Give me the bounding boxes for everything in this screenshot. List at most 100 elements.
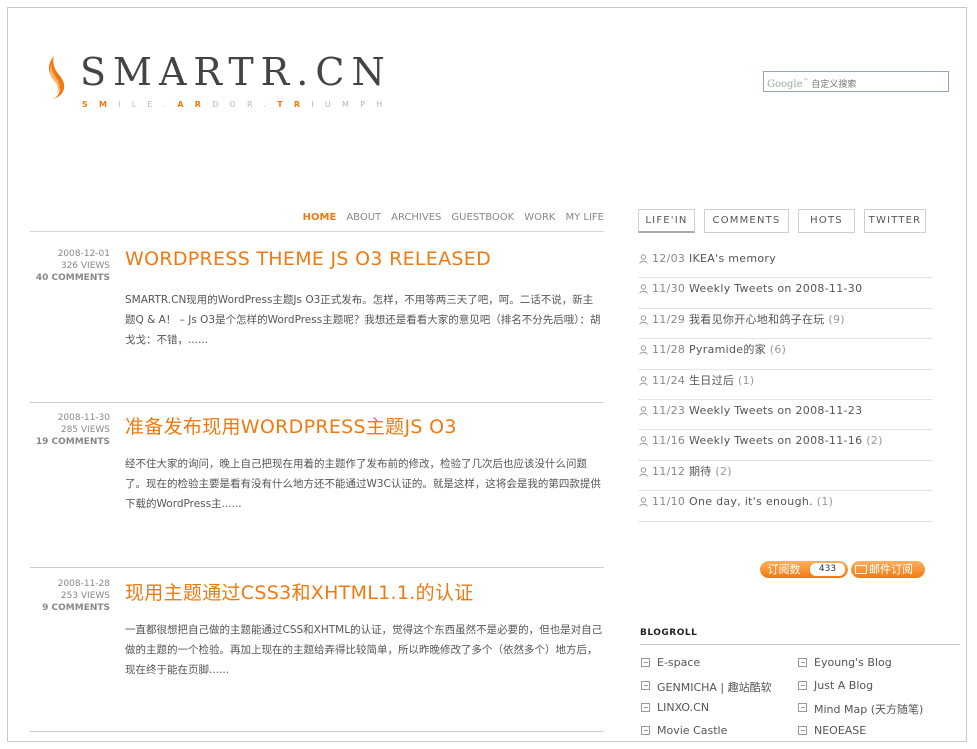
tab-comments[interactable]: COMMENTS — [704, 209, 789, 233]
recent-post-item[interactable]: 11/10 One day, it's enough. (1) — [638, 492, 933, 522]
post-title[interactable]: 准备发布现用WORDPRESS主题JS O3 — [125, 412, 457, 439]
recent-post-item[interactable]: 11/30 Weekly Tweets on 2008-11-30 — [638, 279, 933, 309]
post-item: 2008-12-01 326 VIEWS 40 COMMENTS WORDPRESS … — [30, 248, 604, 403]
user-icon — [639, 284, 648, 295]
logo-tagline: SMILE.ARDOR.TRIUMPH — [82, 100, 393, 109]
user-icon — [639, 497, 648, 507]
post-meta: 2008-11-28 253 VIEWS 9 COMMENTS — [30, 578, 110, 614]
blogroll-link-label: Just A Blog — [814, 678, 874, 692]
blogroll-link[interactable]: NEOEASE — [798, 724, 866, 737]
recent-post-title: Weekly Tweets on 2008-11-23 — [689, 403, 863, 417]
recent-post-date: 11/29 — [652, 312, 686, 326]
subscriber-count-badge[interactable]: 订阅数 433 — [760, 561, 848, 578]
blogroll-link[interactable]: E-space — [641, 656, 700, 669]
tagline-letter: . — [163, 100, 178, 109]
recent-post-title: 我看见你开心地和鸽子在玩 — [689, 312, 825, 326]
recent-post-item[interactable]: 11/24 生日过后 (1) — [638, 371, 933, 400]
post-title[interactable]: 现用主题通过CSS3和XHTML1.1.的认证 — [125, 578, 474, 605]
post-views: 326 VIEWS — [60, 261, 110, 271]
nav-item-work[interactable]: WORK — [524, 212, 555, 223]
recent-post-comment-count: (6) — [769, 343, 787, 357]
subscriber-count-label: 订阅数 — [767, 563, 801, 576]
blogroll-link-label: GENMICHA | 趣站酷软 — [657, 680, 772, 694]
recent-post-item[interactable]: 11/28 Pyramide的家 (6) — [638, 340, 933, 370]
external-link-icon — [798, 725, 807, 735]
nav-item-home[interactable]: HOME — [303, 212, 337, 223]
tagline-letter: R — [247, 100, 264, 109]
blogroll-link-label: NEOEASE — [814, 723, 867, 737]
post-comments-count[interactable]: 9 COMMENTS — [30, 602, 110, 614]
user-icon — [639, 254, 648, 264]
email-subscribe-label: 邮件订阅 — [869, 563, 913, 576]
recent-post-item[interactable]: 11/12 期待 (2) — [638, 462, 933, 492]
external-link-icon — [798, 658, 807, 667]
blogroll-link-label: Eyoung's Blog — [814, 656, 892, 669]
recent-post-title: Weekly Tweets on 2008-11-30 — [689, 282, 863, 296]
post-date: 2008-11-28 — [57, 579, 110, 589]
external-link-icon — [641, 725, 650, 735]
user-icon — [639, 315, 648, 325]
tagline-letter: M — [341, 100, 361, 109]
recent-post-item[interactable]: 11/29 我看见你开心地和鸽子在玩 (9) — [638, 310, 933, 340]
post-comments-count[interactable]: 40 COMMENTS — [30, 272, 110, 284]
nav-item-about[interactable]: ABOUT — [346, 212, 381, 223]
nav-item-my-life[interactable]: MY LIFE — [565, 212, 604, 223]
recent-post-item[interactable]: 11/23 Weekly Tweets on 2008-11-23 — [638, 401, 933, 431]
recent-post-title: 期待 — [689, 464, 712, 478]
blogroll-link[interactable]: Eyoung's Blog — [798, 656, 892, 669]
recent-post-date: 12/03 — [652, 252, 686, 265]
recent-post-date: 11/30 — [652, 282, 686, 296]
recent-post-date: 11/12 — [652, 464, 686, 478]
external-link-icon — [798, 680, 807, 690]
recent-post-comment-count: (1) — [816, 495, 834, 509]
user-icon — [639, 345, 648, 355]
external-link-icon — [641, 658, 650, 667]
post-excerpt: SMARTR.CN现用的WordPress主题Js O3正式发布。怎样，不用等两… — [125, 294, 601, 346]
recent-post-comment-count: (1) — [738, 373, 755, 387]
tagline-letter: R — [194, 100, 213, 109]
post-item: 2008-11-30 285 VIEWS 19 COMMENTS 准备发布现用WORD… — [30, 412, 604, 568]
tagline-letter: M — [98, 100, 119, 109]
recent-post-item[interactable]: 11/16 Weekly Tweets on 2008-11-16 (2) — [638, 431, 933, 461]
external-link-icon — [798, 703, 807, 712]
tagline-letter: P — [360, 100, 377, 109]
recent-post-title: Pyramide的家 — [689, 343, 766, 357]
post-comments-count[interactable]: 19 COMMENTS — [30, 436, 110, 448]
blogroll-link[interactable]: Mind Map (天方随笔) — [798, 701, 923, 717]
blogroll-link[interactable]: LINXO.CN — [641, 701, 709, 714]
nav-item-guestbook[interactable]: GUESTBOOK — [451, 212, 514, 223]
tagline-letter: R — [293, 100, 312, 109]
recent-post-item[interactable]: 12/03 IKEA's memory — [638, 249, 933, 279]
blogroll-link-label: E-space — [657, 656, 701, 669]
recent-posts-list: 12/03 IKEA's memory 11/30 Weekly Tweets o… — [638, 249, 933, 523]
blogroll-link[interactable]: Movie Castle — [641, 724, 727, 737]
blogroll-link-label: Mind Map (天方随笔) — [814, 703, 924, 716]
tagline-letter: D — [212, 100, 230, 109]
recent-post-date: 11/23 — [652, 403, 686, 417]
tagline-letter: I — [118, 100, 132, 109]
blogroll-link[interactable]: GENMICHA | 趣站酷软 — [641, 679, 772, 695]
post-title[interactable]: WORDPRESS THEME JS O3 RELEASED — [125, 248, 491, 270]
recent-post-date: 11/28 — [652, 343, 686, 357]
search-placeholder: 自定义搜索 — [811, 80, 857, 90]
tagline-letter: A — [177, 100, 195, 109]
email-subscribe-button[interactable]: 邮件订阅 — [851, 561, 925, 578]
blogroll-link[interactable]: Just A Blog — [798, 679, 873, 692]
post-divider — [30, 402, 604, 403]
tagline-letter: E — [147, 100, 164, 109]
user-icon — [639, 467, 648, 477]
tab-twitter[interactable]: TWITTER — [864, 209, 926, 233]
tab-hots[interactable]: HOTS — [798, 209, 855, 233]
user-icon — [639, 436, 648, 447]
subscriber-count-value: 433 — [810, 563, 845, 576]
user-icon — [639, 375, 648, 386]
post-date: 2008-12-01 — [57, 249, 110, 259]
search-input[interactable]: Google™ 自定义搜索 — [763, 71, 949, 92]
tab-lifein[interactable]: LIFE'IN — [638, 209, 695, 233]
recent-post-date: 11/16 — [652, 434, 686, 448]
site-logo[interactable]: SMARTR.CN SMILE.ARDOR.TRIUMPH — [38, 50, 418, 112]
nav-item-archives[interactable]: ARCHIVES — [391, 212, 441, 223]
post-divider — [30, 731, 604, 732]
page-frame: SMARTR.CN SMILE.ARDOR.TRIUMPH Google™ 自定… — [7, 7, 967, 742]
recent-post-title: One day, it's enough. — [689, 495, 813, 509]
